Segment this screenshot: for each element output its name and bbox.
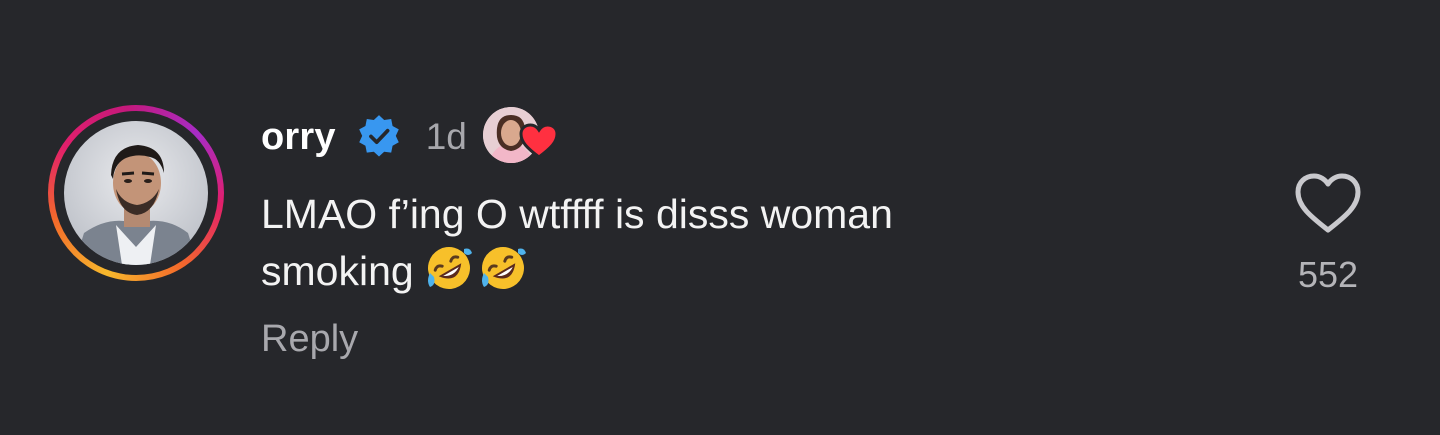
comment-text-line-2: smoking bbox=[261, 248, 414, 294]
avatar-story-ring[interactable] bbox=[48, 105, 224, 281]
reply-button[interactable]: Reply bbox=[261, 318, 358, 361]
liked-by-creator bbox=[482, 107, 563, 167]
rolling-on-floor-laughing-icon bbox=[424, 243, 474, 293]
verified-badge-icon bbox=[356, 114, 402, 160]
creator-heart-icon bbox=[519, 123, 559, 159]
comment-text: LMAO f’ing O wtffff is disss woman smoki… bbox=[261, 186, 1161, 300]
heart-outline-icon[interactable] bbox=[1292, 170, 1364, 236]
like-count: 552 bbox=[1297, 254, 1359, 295]
comment-item: orry 1d LMAO f’ing O wtffff is disss wom… bbox=[0, 0, 1440, 435]
comment-text-line-1: LMAO f’ing O wtffff is disss woman bbox=[261, 191, 893, 237]
avatar[interactable] bbox=[64, 121, 208, 265]
comment-header: orry 1d bbox=[261, 107, 563, 163]
comment-timestamp: 1d bbox=[425, 116, 467, 157]
rolling-on-floor-laughing-icon bbox=[478, 243, 528, 293]
username[interactable]: orry bbox=[261, 116, 336, 159]
